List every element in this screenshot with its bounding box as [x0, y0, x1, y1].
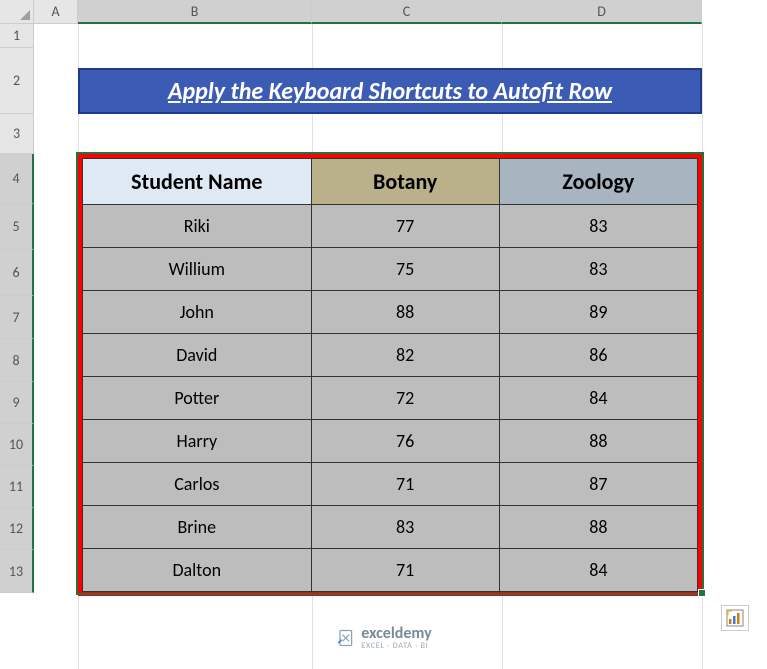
- cell-botany[interactable]: 88: [311, 291, 499, 334]
- cell-zoology[interactable]: 86: [499, 334, 697, 377]
- cell-botany[interactable]: 83: [311, 506, 499, 549]
- row-header-11[interactable]: 11: [0, 466, 34, 508]
- table-row: Carlos7187: [83, 463, 698, 506]
- cell-zoology[interactable]: 87: [499, 463, 697, 506]
- cell-zoology[interactable]: 83: [499, 205, 697, 248]
- cell-student-name[interactable]: David: [83, 334, 312, 377]
- cell-botany[interactable]: 75: [311, 248, 499, 291]
- title-banner: Apply the Keyboard Shortcuts to Autofit …: [78, 68, 702, 114]
- header-student-name[interactable]: Student Name: [83, 159, 312, 205]
- cell-zoology[interactable]: 88: [499, 420, 697, 463]
- row-header-10[interactable]: 10: [0, 424, 34, 466]
- row-header-4[interactable]: 4: [0, 154, 34, 204]
- cell-botany[interactable]: 82: [311, 334, 499, 377]
- row-header-5[interactable]: 5: [0, 204, 34, 250]
- watermark: exceldemy EXCEL · DATA · BI: [335, 624, 431, 651]
- column-header-row: A B C D: [0, 0, 767, 24]
- row-header-col: 12345678910111213: [0, 24, 34, 593]
- col-header-D[interactable]: D: [502, 0, 702, 24]
- table-row: Dalton7184: [83, 549, 698, 592]
- cell-student-name[interactable]: Willium: [83, 248, 312, 291]
- table-row: Riki7783: [83, 205, 698, 248]
- table-row: John8889: [83, 291, 698, 334]
- cell-student-name[interactable]: Harry: [83, 420, 312, 463]
- cell-student-name[interactable]: Brine: [83, 506, 312, 549]
- cell-zoology[interactable]: 83: [499, 248, 697, 291]
- cell-student-name[interactable]: Riki: [83, 205, 312, 248]
- row-header-7[interactable]: 7: [0, 296, 34, 339]
- cell-student-name[interactable]: Potter: [83, 377, 312, 420]
- cell-botany[interactable]: 77: [311, 205, 499, 248]
- table-header-row: Student Name Botany Zoology: [83, 159, 698, 205]
- watermark-tagline: EXCEL · DATA · BI: [361, 641, 431, 651]
- cell-student-name[interactable]: Carlos: [83, 463, 312, 506]
- row-header-12[interactable]: 12: [0, 508, 34, 550]
- gridline: [702, 24, 703, 669]
- select-all-corner[interactable]: [0, 0, 34, 24]
- row-header-6[interactable]: 6: [0, 250, 34, 296]
- row-header-8[interactable]: 8: [0, 339, 34, 382]
- row-header-13[interactable]: 13: [0, 550, 34, 593]
- cell-botany[interactable]: 76: [311, 420, 499, 463]
- row-header-3[interactable]: 3: [0, 114, 34, 154]
- cell-zoology[interactable]: 84: [499, 549, 697, 592]
- table-row: Brine8388: [83, 506, 698, 549]
- quick-analysis-icon: [726, 609, 744, 627]
- cell-student-name[interactable]: Dalton: [83, 549, 312, 592]
- cell-botany[interactable]: 71: [311, 549, 499, 592]
- header-botany[interactable]: Botany: [311, 159, 499, 205]
- col-header-C[interactable]: C: [312, 0, 502, 24]
- watermark-icon: [335, 628, 355, 648]
- data-table: Student Name Botany Zoology Riki7783Will…: [82, 158, 698, 592]
- row-header-9[interactable]: 9: [0, 382, 34, 424]
- col-header-B[interactable]: B: [78, 0, 312, 24]
- col-header-A[interactable]: A: [34, 0, 78, 24]
- cell-botany[interactable]: 71: [311, 463, 499, 506]
- table-row: Potter7284: [83, 377, 698, 420]
- cell-student-name[interactable]: John: [83, 291, 312, 334]
- quick-analysis-button[interactable]: [721, 605, 749, 631]
- row-header-2[interactable]: 2: [0, 48, 34, 114]
- cell-zoology[interactable]: 88: [499, 506, 697, 549]
- cell-botany[interactable]: 72: [311, 377, 499, 420]
- table-row: David8286: [83, 334, 698, 377]
- title-text: Apply the Keyboard Shortcuts to Autofit …: [168, 77, 612, 106]
- header-zoology[interactable]: Zoology: [499, 159, 697, 205]
- data-table-container: Student Name Botany Zoology Riki7783Will…: [78, 154, 702, 596]
- cell-zoology[interactable]: 84: [499, 377, 697, 420]
- table-row: Willium7583: [83, 248, 698, 291]
- table-row: Harry7688: [83, 420, 698, 463]
- cell-zoology[interactable]: 89: [499, 291, 697, 334]
- row-header-1[interactable]: 1: [0, 24, 34, 48]
